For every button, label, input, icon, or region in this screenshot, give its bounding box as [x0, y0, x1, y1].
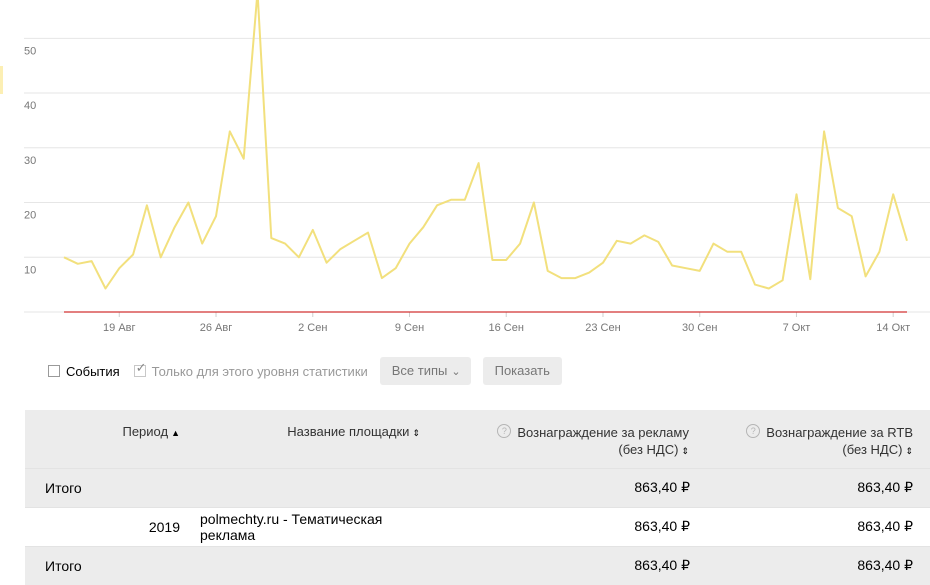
show-button[interactable]: Показать	[482, 357, 562, 385]
col-site-label: Название площадки	[287, 424, 410, 439]
total-label: Итого	[25, 467, 180, 507]
level-checkbox-label: Только для этого уровня статистики	[151, 363, 368, 379]
x-tick-label: 16 Сен	[489, 322, 524, 334]
x-tick-label: 26 Авг	[200, 322, 232, 334]
events-checkbox[interactable]	[48, 365, 60, 377]
x-tick-label: 2 Сен	[298, 322, 327, 334]
col-reward-ad-label: Вознаграждение за рекламу	[517, 425, 689, 440]
total-reward-rtb: 863,40 ₽	[690, 467, 930, 507]
col-site-header[interactable]: Название площадки ⇕	[180, 410, 420, 468]
types-dropdown-label: Все типы	[391, 363, 448, 378]
col-period-header[interactable]: Период ▲	[25, 410, 180, 468]
types-dropdown[interactable]: Все типы ⌄	[379, 357, 471, 385]
row-reward-rtb: 863,40 ₽	[690, 506, 930, 546]
col-reward-ad-header[interactable]: ? Вознаграждение за рекламу (без НДС) ⇕	[420, 410, 690, 468]
col-reward-rtb-label: Вознаграждение за RTB	[766, 425, 913, 440]
col-reward-rtb-sublabel: (без НДС)	[842, 442, 903, 457]
x-tick-label: 9 Сен	[395, 322, 424, 334]
total-label: Итого	[25, 545, 180, 585]
y-tick-label: 20	[24, 210, 36, 222]
y-tick-label: 40	[24, 100, 36, 112]
line-chart: 10 20 30 40 50 19 Авг 26 Авг 2 Сен 9 Сен 16 Сен 23…	[24, 0, 930, 334]
sort-both-icon: ⇕	[681, 446, 689, 456]
sort-asc-icon: ▲	[171, 428, 180, 438]
x-tick-label: 14 Окт	[876, 322, 910, 334]
y-tick-label: 10	[24, 264, 36, 276]
row-period: 2019	[25, 506, 180, 546]
total-reward-rtb: 863,40 ₽	[690, 545, 930, 585]
x-tick-label: 7 Окт	[783, 322, 811, 334]
total-reward-ad: 863,40 ₽	[420, 467, 690, 507]
y-tick-label: 50	[24, 45, 36, 57]
events-checkbox-label[interactable]: События	[66, 364, 120, 379]
total-row-bottom: Итого 863,40 ₽ 863,40 ₽	[25, 545, 930, 585]
help-icon[interactable]: ?	[746, 424, 761, 438]
x-tick-label: 19 Авг	[103, 322, 135, 334]
level-checkbox	[133, 360, 147, 377]
total-row-top: Итого 863,40 ₽ 863,40 ₽	[25, 467, 930, 507]
row-site: polmechty.ru - Тематическая реклама	[180, 506, 420, 546]
y-tick-label: 30	[24, 155, 36, 167]
chart-controls: События Только для этого уровня статисти…	[48, 357, 562, 385]
col-reward-ad-sublabel: (без НДС)	[618, 442, 679, 457]
row-reward-ad: 863,40 ₽	[420, 506, 690, 546]
stats-table: Период ▲ Название площадки ⇕ ? Вознагражден…	[25, 410, 930, 585]
empty-cell	[180, 467, 420, 507]
x-tick-label: 30 Сен	[682, 322, 717, 334]
sort-both-icon: ⇕	[905, 446, 913, 456]
empty-cell	[180, 545, 420, 585]
x-tick-label: 23 Сен	[585, 322, 620, 334]
help-icon[interactable]: ?	[497, 424, 512, 438]
chevron-down-icon: ⌄	[451, 366, 461, 378]
total-reward-ad: 863,40 ₽	[420, 545, 690, 585]
series-line-main	[63, 0, 908, 290]
table-row: 2019 polmechty.ru - Тематическая реклама…	[25, 506, 930, 546]
col-period-label: Период	[122, 424, 169, 439]
col-reward-rtb-header[interactable]: ? Вознаграждение за RTB (без НДС) ⇕	[690, 410, 930, 468]
sort-both-icon: ⇕	[412, 428, 420, 438]
